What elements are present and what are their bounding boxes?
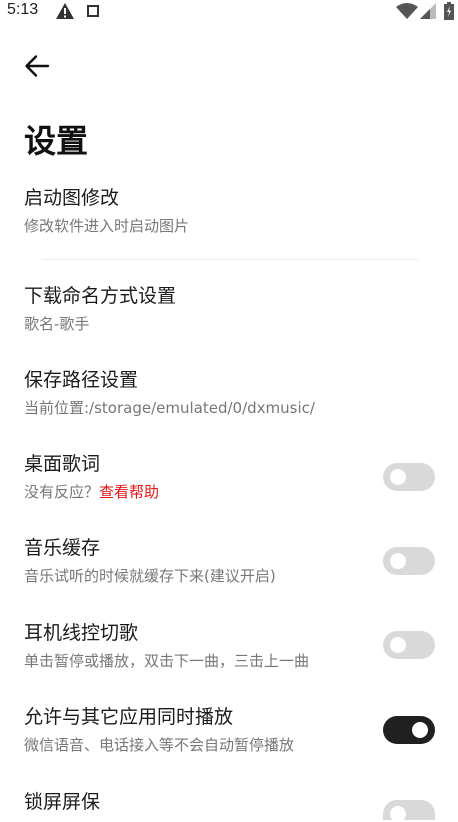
setting-splash-image[interactable]: 启动图修改 修改软件进入时启动图片	[0, 185, 458, 261]
desktop-lyrics-toggle[interactable]	[383, 463, 435, 491]
setting-subtitle: 修改软件进入时启动图片	[24, 217, 190, 235]
warning-icon	[56, 3, 74, 19]
toggle-knob	[412, 722, 428, 738]
arrow-left-icon	[25, 55, 50, 77]
toggle-knob	[390, 637, 406, 653]
setting-save-path[interactable]: 保存路径设置 当前位置:/storage/emulated/0/dxmusic/	[0, 367, 458, 443]
no-response-text: 没有反应？	[24, 483, 100, 501]
signal-icon	[420, 3, 436, 19]
setting-subtitle: 单击暂停或播放，双击下一曲，三击上一曲	[24, 652, 310, 670]
setting-title: 耳机线控切歌	[24, 622, 139, 644]
back-button[interactable]	[20, 49, 54, 83]
battery-icon	[444, 2, 454, 20]
headset-control-toggle[interactable]	[383, 631, 435, 659]
music-cache-toggle[interactable]	[383, 547, 435, 575]
setting-subtitle: 微信语音、电话接入等不会自动暂停播放	[24, 736, 295, 754]
setting-title: 保存路径设置	[24, 369, 139, 391]
setting-title: 下载命名方式设置	[24, 285, 177, 307]
setting-title: 桌面歌词	[24, 453, 101, 475]
help-link[interactable]: 查看帮助	[99, 483, 159, 501]
setting-title: 锁屏屏保	[24, 791, 101, 813]
status-bar: 5:13	[0, 0, 458, 24]
setting-title: 允许与其它应用同时播放	[24, 706, 234, 728]
status-time: 5:13	[7, 1, 39, 18]
setting-subtitle: 音乐试听的时候就缓存下来(建议开启)	[24, 567, 276, 585]
setting-title: 音乐缓存	[24, 537, 101, 559]
setting-title: 启动图修改	[24, 187, 120, 209]
toggle-knob	[390, 553, 406, 569]
page-title: 设置	[24, 122, 89, 160]
setting-headset-control: 耳机线控切歌 单击暂停或播放，双击下一曲，三击上一曲	[0, 620, 458, 696]
setting-subtitle: 当前位置:/storage/emulated/0/dxmusic/	[24, 399, 315, 417]
concurrent-playback-toggle[interactable]	[383, 716, 435, 744]
wifi-icon	[396, 3, 418, 19]
lock-screen-toggle[interactable]	[383, 800, 435, 822]
divider	[42, 259, 418, 260]
setting-subtitle: 没有反应？查看帮助	[24, 482, 159, 502]
toggle-knob	[390, 469, 406, 485]
setting-download-naming[interactable]: 下载命名方式设置 歌名-歌手	[0, 283, 458, 359]
setting-subtitle: 歌名-歌手	[24, 315, 90, 333]
square-icon	[87, 5, 99, 17]
